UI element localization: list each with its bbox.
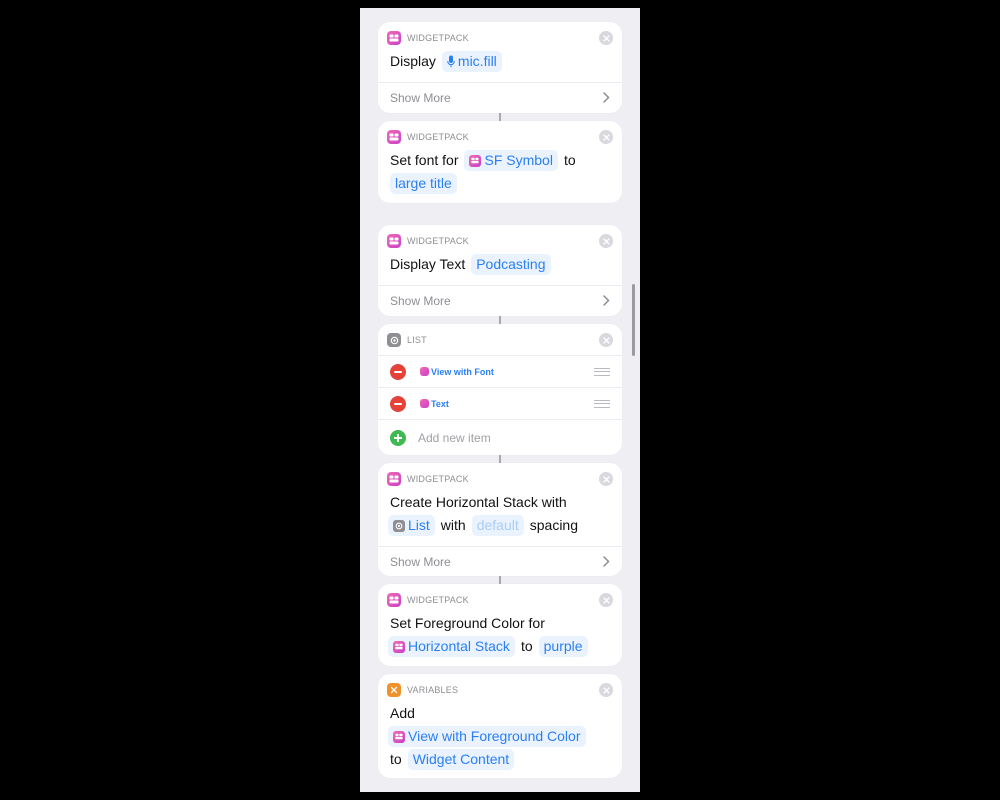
remove-action-button[interactable]	[599, 333, 613, 347]
shortcut-editor: WIDGETPACK Display mic.fill Show More WI	[360, 8, 640, 792]
variables-app-icon	[387, 683, 401, 697]
remove-action-button[interactable]	[599, 593, 613, 607]
symbol-token[interactable]: mic.fill	[441, 51, 502, 72]
remove-action-button[interactable]	[599, 472, 613, 486]
action-label: Create Horizontal Stack with	[390, 494, 567, 510]
font-size-token[interactable]: large title	[390, 173, 457, 194]
connector-word: to	[563, 152, 576, 168]
widgetpack-app-icon	[387, 130, 401, 144]
chevron-right-icon	[603, 92, 610, 103]
action-create-horizontal-stack[interactable]: WIDGETPACK Create Horizontal Stack with …	[378, 463, 622, 576]
variable-token[interactable]: SF Symbol	[464, 150, 558, 171]
color-token[interactable]: purple	[538, 636, 588, 657]
remove-action-button[interactable]	[599, 31, 613, 45]
action-list[interactable]: LIST View with Font Text Add new item	[378, 324, 622, 455]
list-icon	[393, 519, 405, 532]
action-display-text[interactable]: WIDGETPACK Display Text Podcasting Show …	[378, 225, 622, 316]
list-variable-label: List	[408, 517, 430, 533]
target-variable-token[interactable]: Widget Content	[407, 749, 515, 770]
widgetpack-icon	[420, 399, 429, 408]
action-label: Display Text	[390, 256, 466, 272]
connector-word: to	[520, 638, 533, 654]
text-token[interactable]: Podcasting	[471, 254, 551, 275]
app-label: WIDGETPACK	[407, 595, 469, 605]
app-label: LIST	[407, 335, 427, 345]
action-set-foreground-color[interactable]: WIDGETPACK Set Foreground Color for Hori…	[378, 584, 622, 666]
delete-item-button[interactable]	[390, 395, 406, 412]
widgetpack-icon	[420, 367, 429, 376]
list-item-label: View with Font	[431, 366, 494, 377]
connector-word: to	[390, 751, 402, 767]
spacing-token[interactable]: default	[471, 515, 524, 536]
show-more-button[interactable]: Show More	[378, 82, 622, 112]
list-item[interactable]: Text	[378, 387, 622, 419]
app-label: WIDGETPACK	[407, 132, 469, 142]
show-more-label: Show More	[390, 293, 451, 308]
show-more-label: Show More	[390, 90, 451, 105]
app-label: WIDGETPACK	[407, 33, 469, 43]
variable-token[interactable]: View with Foreground Color	[388, 726, 586, 747]
action-display[interactable]: WIDGETPACK Display mic.fill Show More	[378, 22, 622, 113]
list-app-icon	[387, 333, 401, 347]
list-item-label: Text	[431, 398, 449, 409]
add-item-icon[interactable]	[390, 429, 406, 446]
action-label: Set font for	[390, 152, 459, 168]
mic-fill-icon	[447, 55, 455, 68]
app-label: WIDGETPACK	[407, 474, 469, 484]
action-add-to-variable[interactable]: VARIABLES Add View with Foreground Color…	[378, 674, 622, 778]
connector-line	[499, 454, 501, 463]
variable-token-label: SF Symbol	[484, 152, 553, 168]
reorder-handle-icon[interactable]	[594, 399, 610, 408]
list-item-token[interactable]: View with Font	[420, 367, 494, 377]
show-more-label: Show More	[390, 554, 451, 569]
variable-token-label: Horizontal Stack	[408, 638, 510, 654]
remove-action-button[interactable]	[599, 130, 613, 144]
widgetpack-app-icon	[387, 472, 401, 486]
widgetpack-app-icon	[387, 234, 401, 248]
widgetpack-app-icon	[387, 593, 401, 607]
action-set-font[interactable]: WIDGETPACK Set font for SF Symbol to lar…	[378, 121, 622, 203]
delete-item-button[interactable]	[390, 363, 406, 380]
action-label: Set Foreground Color for	[390, 615, 545, 631]
list-variable-token[interactable]: List	[388, 515, 435, 536]
app-label: WIDGETPACK	[407, 236, 469, 246]
remove-action-button[interactable]	[599, 234, 613, 248]
app-label: VARIABLES	[407, 685, 459, 695]
widgetpack-icon	[393, 730, 405, 743]
connector-word: spacing	[529, 517, 579, 533]
add-new-item-row[interactable]: Add new item	[378, 419, 622, 455]
connector-line	[499, 575, 501, 584]
show-more-button[interactable]: Show More	[378, 546, 622, 576]
list-item[interactable]: View with Font	[378, 355, 622, 387]
widgetpack-app-icon	[387, 31, 401, 45]
list-item-token[interactable]: Text	[420, 399, 449, 409]
add-new-item-label: Add new item	[418, 430, 491, 445]
reorder-handle-icon[interactable]	[594, 367, 610, 376]
action-label: Add	[390, 705, 415, 721]
action-label: Display	[390, 53, 436, 69]
variable-token-label: View with Foreground Color	[408, 728, 581, 744]
symbol-token-label: mic.fill	[457, 53, 497, 69]
widgetpack-icon	[469, 154, 482, 167]
connector-word: with	[440, 517, 466, 533]
remove-action-button[interactable]	[599, 683, 613, 697]
connector-line	[499, 315, 501, 324]
show-more-button[interactable]: Show More	[378, 285, 622, 315]
chevron-right-icon	[603, 295, 610, 306]
widgetpack-icon	[393, 640, 405, 653]
scrollbar[interactable]	[632, 284, 635, 356]
chevron-right-icon	[603, 556, 610, 567]
variable-token[interactable]: Horizontal Stack	[388, 636, 515, 657]
